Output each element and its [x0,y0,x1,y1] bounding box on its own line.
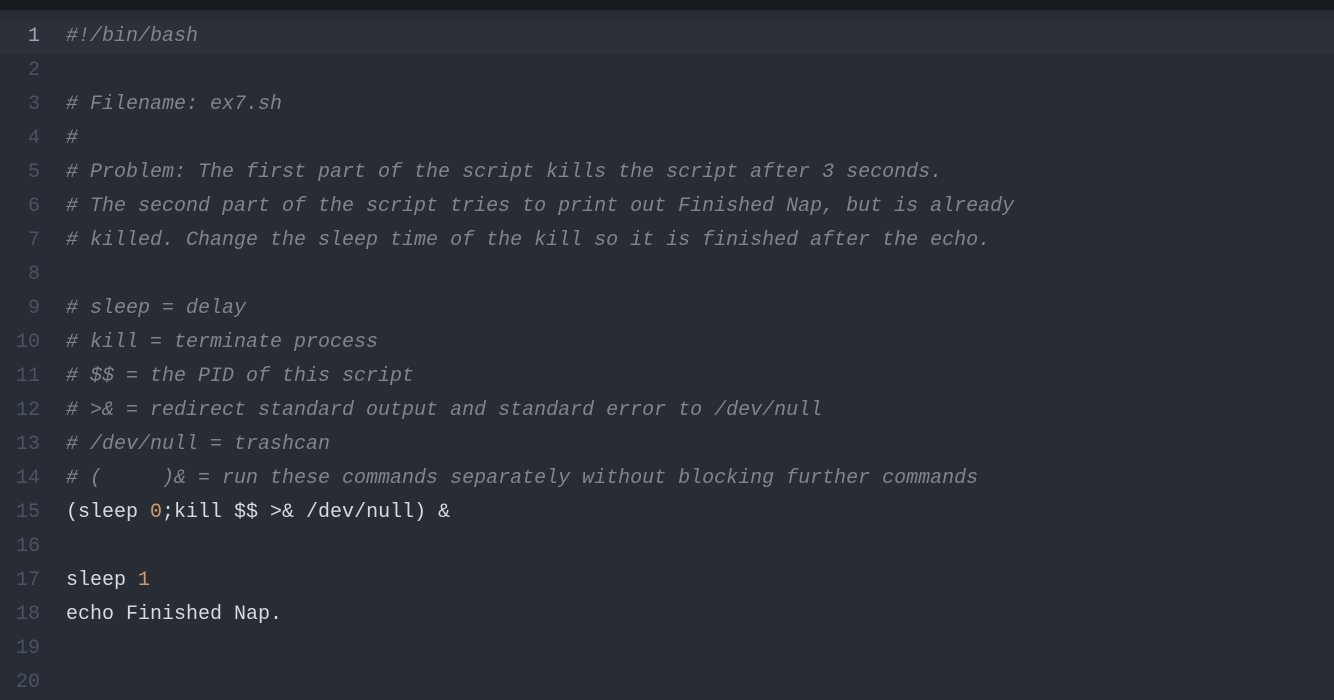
code-line[interactable]: #!/bin/bash [58,20,1334,54]
code-line[interactable] [58,530,1334,564]
token-plain: (sleep [66,501,150,524]
token-plain: sleep [66,569,138,592]
code-line[interactable]: # The second part of the script tries to… [58,190,1334,224]
line-number: 19 [0,632,40,666]
line-number: 15 [0,496,40,530]
line-number: 8 [0,258,40,292]
line-number: 7 [0,224,40,258]
code-line[interactable]: # [58,122,1334,156]
line-number: 9 [0,292,40,326]
token-plain: echo Finished Nap. [66,603,282,626]
line-number: 20 [0,666,40,700]
code-line[interactable]: # >& = redirect standard output and stan… [58,394,1334,428]
line-number: 3 [0,88,40,122]
token-comment: # [66,127,78,150]
code-line[interactable]: echo Finished Nap. [58,598,1334,632]
code-line[interactable] [58,632,1334,666]
code-line[interactable]: # Problem: The first part of the script … [58,156,1334,190]
line-number: 5 [0,156,40,190]
code-line[interactable] [58,54,1334,88]
line-number: 1 [0,20,40,54]
token-number: 1 [138,569,150,592]
tab-bar [0,0,1334,10]
code-line[interactable]: sleep 1 [58,564,1334,598]
code-line[interactable]: # Filename: ex7.sh [58,88,1334,122]
token-plain: ;kill $$ >& /dev/null) & [162,501,450,524]
code-line[interactable]: # sleep = delay [58,292,1334,326]
code-line[interactable]: # $$ = the PID of this script [58,360,1334,394]
code-editor[interactable]: 1234567891011121314151617181920 #!/bin/b… [0,10,1334,682]
token-comment: # killed. Change the sleep time of the k… [66,229,990,252]
token-comment: # Problem: The first part of the script … [66,161,942,184]
token-comment: # Filename: ex7.sh [66,93,282,116]
token-comment: # sleep = delay [66,297,246,320]
line-number: 17 [0,564,40,598]
line-number: 18 [0,598,40,632]
token-comment: # ( )& = run these commands separately w… [66,467,978,490]
line-number: 10 [0,326,40,360]
code-line[interactable]: # kill = terminate process [58,326,1334,360]
line-number: 12 [0,394,40,428]
token-comment: # /dev/null = trashcan [66,433,330,456]
line-number: 14 [0,462,40,496]
token-number: 0 [150,501,162,524]
token-comment: # $$ = the PID of this script [66,365,414,388]
code-area[interactable]: #!/bin/bash # Filename: ex7.sh # # Problem:… [58,20,1334,682]
token-comment: # kill = terminate process [66,331,378,354]
code-line[interactable] [58,258,1334,292]
line-number: 16 [0,530,40,564]
code-line[interactable]: # ( )& = run these commands separately w… [58,462,1334,496]
line-number: 6 [0,190,40,224]
line-number: 11 [0,360,40,394]
code-line[interactable]: (sleep 0;kill $$ >& /dev/null) & [58,496,1334,530]
token-comment: #!/bin/bash [66,25,198,48]
line-number: 13 [0,428,40,462]
token-comment: # >& = redirect standard output and stan… [66,399,822,422]
token-comment: # The second part of the script tries to… [66,195,1014,218]
line-number: 2 [0,54,40,88]
code-line[interactable]: # killed. Change the sleep time of the k… [58,224,1334,258]
code-line[interactable]: # /dev/null = trashcan [58,428,1334,462]
line-number-gutter: 1234567891011121314151617181920 [0,20,58,682]
line-number: 4 [0,122,40,156]
code-line[interactable] [58,666,1334,700]
